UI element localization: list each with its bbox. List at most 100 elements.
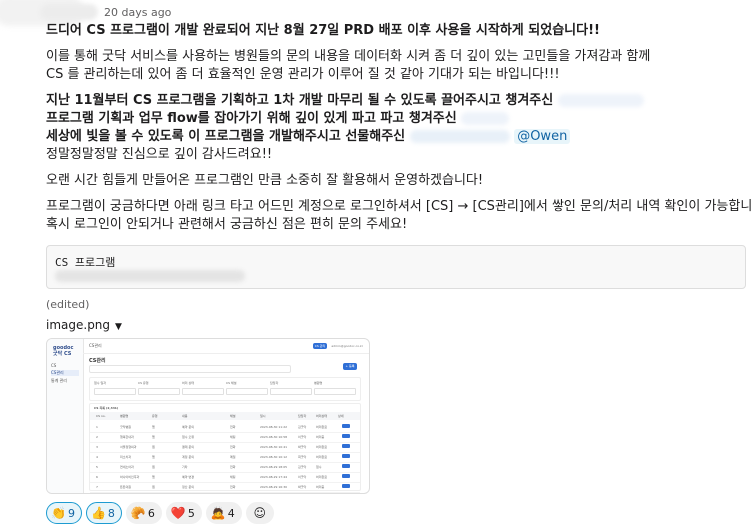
attachment-title[interactable]: image.png ▼ [46,318,122,332]
thumb-table-cell: 계정 문의 [182,455,194,459]
thumb-table-cell: 앱 [152,475,155,479]
mention-redacted[interactable] [557,94,644,107]
mention-redacted[interactable] [461,112,510,125]
image-attachment-preview[interactable]: goodoc 굿닥 CS CS CS관리 통계 관리 CS관리 CS 관리 ad… [46,338,370,494]
message-paragraph-line: 오랜 시간 힘들게 만들어온 프로그램인 만큼 소중히 잘 활용해서 운영하겠습… [46,173,484,188]
thumb-top-user: admin@goodoc.co.kr [331,344,363,348]
clap-icon: 👏 [51,506,66,520]
thumb-column-header: 내용 [182,414,188,418]
reaction-pill[interactable]: 🙇 4 [205,502,242,524]
thumb-column-header: 병원명 [120,414,129,418]
thumb-filter-label: CS 유형 [138,381,149,385]
mention-owen[interactable]: @Owen [514,129,571,144]
thumb-table-header: CS no. 병원명 유형 내용 채널 일시 담당자 처리상태 상세 [90,412,360,420]
thumb-table-cell: 처리완료 [316,455,328,459]
thumb-nav-item: CS관리 [51,370,79,376]
thanks-text: 세상에 빛을 볼 수 있도록 이 프로그램을 개발해주시고 선물해주신 [46,129,406,144]
thumb-table-cell: 이굿닥 [298,475,307,479]
thumb-table-cell: 2023-08-29 16:30 [260,485,288,489]
thumb-table-cell: 5 [96,465,98,469]
thumb-table-cell: 예약 변경 [182,475,194,479]
thumb-table-cell: 기타 [182,465,188,469]
thumb-filter-box [182,388,224,395]
reaction-pill[interactable]: 👏 9 [46,502,82,524]
thanks-line-2: 프로그램 기획과 업무 flow를 잡아가기 위해 깊이 있게 파고 파고 챙겨… [46,110,746,128]
thumb-table-cell: 전화 [230,445,236,449]
thumb-table-cell: 결제 문의 [182,445,194,449]
message-headline: 드디어 CS 프로그램이 개발 완료되어 지난 8월 27일 PRD 배포 이후… [46,23,600,38]
chevron-down-icon[interactable]: ▼ [115,322,122,332]
thanks-text: 프로그램 기획과 업무 flow를 잡아가기 위해 깊이 있게 파고 파고 챙겨… [46,111,457,126]
reaction-count: 9 [67,506,75,520]
link-redacted[interactable] [55,270,245,282]
thumb-table-cell: 2023-08-30 10:12 [260,455,288,459]
thumb-nav-item: CS [51,363,57,368]
thumb-table-cell: 처리완료 [316,475,328,479]
thumb-filter-label: 접수 일자 [94,381,106,385]
thumb-filter-box [226,388,268,395]
thumb-table-cell: 접수 [316,465,322,469]
thumb-table-cell: 굿닥병원 [120,425,132,429]
thumb-table-cell: 연세소아과 [120,465,134,469]
thumb-table-cell: 이굿닥 [298,435,307,439]
attachment-filename[interactable]: image.png [46,318,110,332]
thumb-table-cell: 김굿닥 [298,425,307,429]
reaction-pill[interactable]: 🥐 6 [125,502,162,524]
thanks-text: 지난 11월부터 CS 프로그램을 기획하고 1차 개발 마무리 될 수 있도록… [46,93,554,108]
reaction-pill[interactable]: ❤️ 5 [165,502,202,524]
add-reaction-icon: ☺ [253,506,267,520]
mention-redacted[interactable] [409,130,510,143]
thumb-table-cell: 접수 오류 [182,435,194,439]
thumb-filter-label: CS 채널 [226,381,237,385]
thumb-filter-label: 처리 상태 [182,381,194,385]
thumb-row-button [342,484,350,488]
thumb-table-cell: 채팅 [230,475,236,479]
bow-icon: 🙇 [210,506,226,520]
reaction-pill[interactable]: 👍 8 [85,502,122,524]
thumb-table-cell: 1 [96,425,98,429]
thumb-table-cell: 7 [96,485,98,489]
message-paragraph-line: CS 를 관리하는데 있어 좀 더 효율적인 운영 관리가 이루어 질 것 같아… [46,67,560,82]
thumb-table-cell: 6 [96,475,98,479]
thumb-sidebar: goodoc 굿닥 CS CS CS관리 통계 관리 [47,339,84,493]
reactions-bar: 👏 9 👍 8 🥐 6 ❤️ 5 🙇 4 ☺ [46,502,274,524]
thumb-nav-item: 통계 관리 [51,378,67,383]
thumb-table-cell: 최굿닥 [298,455,307,459]
thumb-table-cell: 웹 [152,445,155,449]
thumb-table: CS 목록 (2,341) CS no. 병원명 유형 내용 채널 일시 담당자 처리상태 상세… [89,403,361,493]
thumb-row-button [342,434,350,438]
thumb-page-title: CS관리 [89,358,106,364]
code-block[interactable]: CS 프로그램 [46,245,746,289]
thumb-table-cell: 하나이비인후과 [120,475,140,479]
message-paragraph-line: 이를 통해 굿닥 서비스를 사용하는 병원들의 문의 내용을 데이터화 시켜 좀… [46,49,651,64]
thumb-table-cell: 웹 [152,485,155,489]
thanks-line-4: 정말정말정말 진심으로 깊이 감사드려요!! [46,147,273,162]
thumb-filter-box [314,388,356,395]
thumb-row-button [342,474,350,478]
croissant-icon: 🥐 [130,506,146,520]
thumb-table-cell: 처리완료 [316,445,328,449]
thumb-table-cell: 미소치과 [120,455,132,459]
thumb-search [89,365,291,373]
sender-name-redacted[interactable] [40,4,98,20]
message-timestamp[interactable]: 20 days ago [104,6,171,19]
add-reaction-button[interactable]: ☺ [245,502,274,524]
code-label: CS 프로그램 [55,256,116,269]
thumb-table-cell: 메일 [230,455,236,459]
thumb-table-cell: 2023-08-29 17:44 [260,475,288,479]
thumb-table-cell: 앱 [152,425,155,429]
thumb-column-header: 유형 [152,414,158,418]
thumb-row-button [342,464,350,468]
thumb-table-cell: 박굿닥 [298,445,307,449]
thumb-table-cell: 김굿닥 [298,465,307,469]
thumb-row-button [342,454,350,458]
thumb-table-cell: 2023-08-29 18:05 [260,465,288,469]
thumb-table-cell: 앱 [152,455,155,459]
thumb-table-cell: 정산 문의 [182,485,194,489]
message-paragraph-line: 프로그램이 궁금하다면 아래 링크 타고 어드민 계정으로 로그인하셔서 [CS… [46,199,752,214]
thumb-table-title: CS 목록 (2,341) [94,406,119,410]
message-paragraph-line: 혹시 로그인이 안되거나 관련해서 궁금하신 점은 편히 문의 주세요! [46,217,408,232]
thumb-column-header: 채널 [230,414,236,418]
thumb-filter-label: 담당자 [270,381,279,385]
thanks-line-3: 세상에 빛을 볼 수 있도록 이 프로그램을 개발해주시고 선물해주신 @Owe… [46,128,746,146]
